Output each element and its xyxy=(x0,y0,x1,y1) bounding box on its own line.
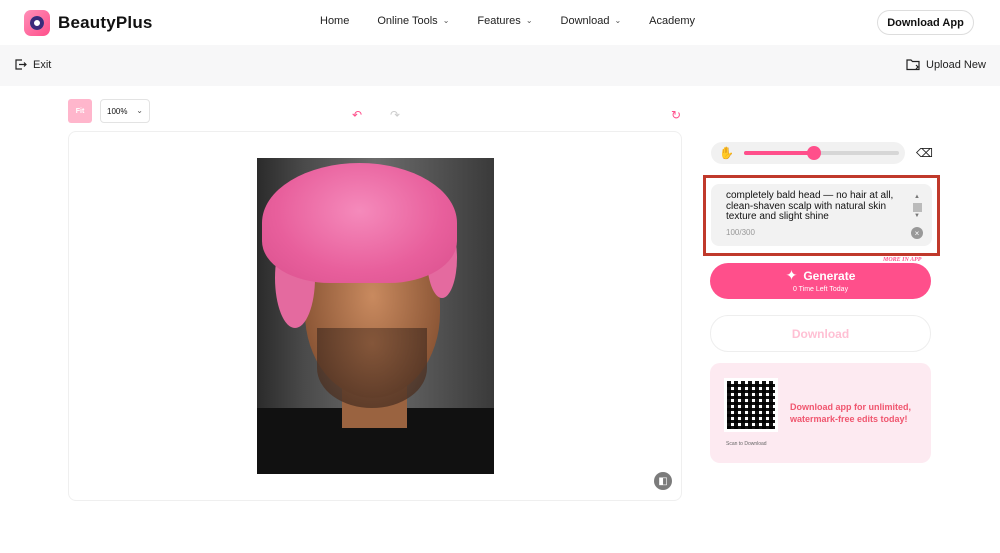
clear-icon[interactable]: × xyxy=(911,227,923,239)
upload-new-button[interactable]: Upload New xyxy=(906,58,986,71)
zoom-value: 100% xyxy=(107,106,128,116)
chevron-down-icon: ⌄ xyxy=(136,105,143,115)
exit-button[interactable]: Exit xyxy=(14,58,51,71)
nav-label: Home xyxy=(320,15,350,27)
brush-slider-fill xyxy=(744,151,814,155)
promo-text: Download app for unlimited, watermark-fr… xyxy=(790,402,911,424)
nav-item-online-tools[interactable]: Online Tools ⌄ xyxy=(377,15,449,27)
qr-caption: Scan to Download xyxy=(726,441,767,447)
brand-logo[interactable]: BeautyPlus xyxy=(24,10,153,36)
eraser-icon[interactable]: ⌫ xyxy=(916,146,933,160)
compare-icon[interactable]: ◧ xyxy=(654,472,672,490)
scrollbar-thumb[interactable] xyxy=(913,203,922,212)
qr-code xyxy=(724,378,778,432)
nav-item-home[interactable]: Home xyxy=(320,15,349,27)
nav-item-features[interactable]: Features ⌄ xyxy=(477,15,532,27)
hair-mask-overlay xyxy=(262,163,457,283)
sparkle-icon: ✦ xyxy=(785,267,798,283)
main-menu: Home Online Tools ⌄ Features ⌄ Download ⌄ A… xyxy=(320,15,723,27)
portrait-photo[interactable] xyxy=(257,158,494,474)
generate-remaining: 0 Time Left Today xyxy=(792,286,849,293)
brand-name: BeautyPlus xyxy=(58,13,153,32)
generate-label-row: ✦ Generate xyxy=(710,267,931,284)
top-navbar: BeautyPlus Home Online Tools ⌄ Features ⌄ … xyxy=(0,0,1000,45)
camera-logo-icon xyxy=(24,10,50,36)
zoom-select[interactable]: 100% ⌄ xyxy=(100,99,150,123)
chevron-down-icon: ⌄ xyxy=(614,15,622,25)
generate-button[interactable]: ✦ Generate 0 Time Left Today xyxy=(710,263,931,299)
chevron-down-icon: ⌄ xyxy=(525,15,533,25)
prompt-text[interactable]: completely bald head — no hair at all, c… xyxy=(726,190,911,223)
download-button[interactable]: Download xyxy=(710,315,931,352)
nav-label: Features xyxy=(477,15,521,27)
fit-button[interactable]: Fit xyxy=(68,99,92,123)
prompt-char-count: 100/300 xyxy=(726,228,755,237)
upload-new-label: Upload New xyxy=(926,58,986,71)
undo-icon[interactable]: ↶ xyxy=(352,108,362,122)
nav-item-academy[interactable]: Academy xyxy=(649,15,695,27)
exit-label: Exit xyxy=(33,58,52,71)
scroll-up-icon[interactable]: ▲ xyxy=(914,194,920,200)
chevron-down-icon: ⌄ xyxy=(442,15,450,25)
reset-icon[interactable]: ↻ xyxy=(671,108,681,122)
redo-icon[interactable]: ↷ xyxy=(390,108,400,122)
photo-beard xyxy=(317,328,427,408)
exit-icon xyxy=(15,59,27,70)
nav-label: Academy xyxy=(649,15,695,27)
nav-label: Online Tools xyxy=(377,15,438,27)
generate-label: Generate xyxy=(803,269,856,283)
upload-folder-icon xyxy=(906,59,920,71)
brush-slider-knob[interactable] xyxy=(806,146,821,160)
nav-item-download[interactable]: Download ⌄ xyxy=(561,15,622,27)
nav-label: Download xyxy=(560,15,610,27)
qr-code-pattern xyxy=(727,381,775,429)
action-bar: Exit Upload New xyxy=(0,45,1000,86)
brush-icon[interactable]: ✋ xyxy=(719,146,734,160)
download-app-button[interactable]: Download App xyxy=(877,10,974,35)
scroll-down-icon[interactable]: ▼ xyxy=(914,213,920,219)
more-in-app-badge: MORE IN APP xyxy=(880,257,925,263)
